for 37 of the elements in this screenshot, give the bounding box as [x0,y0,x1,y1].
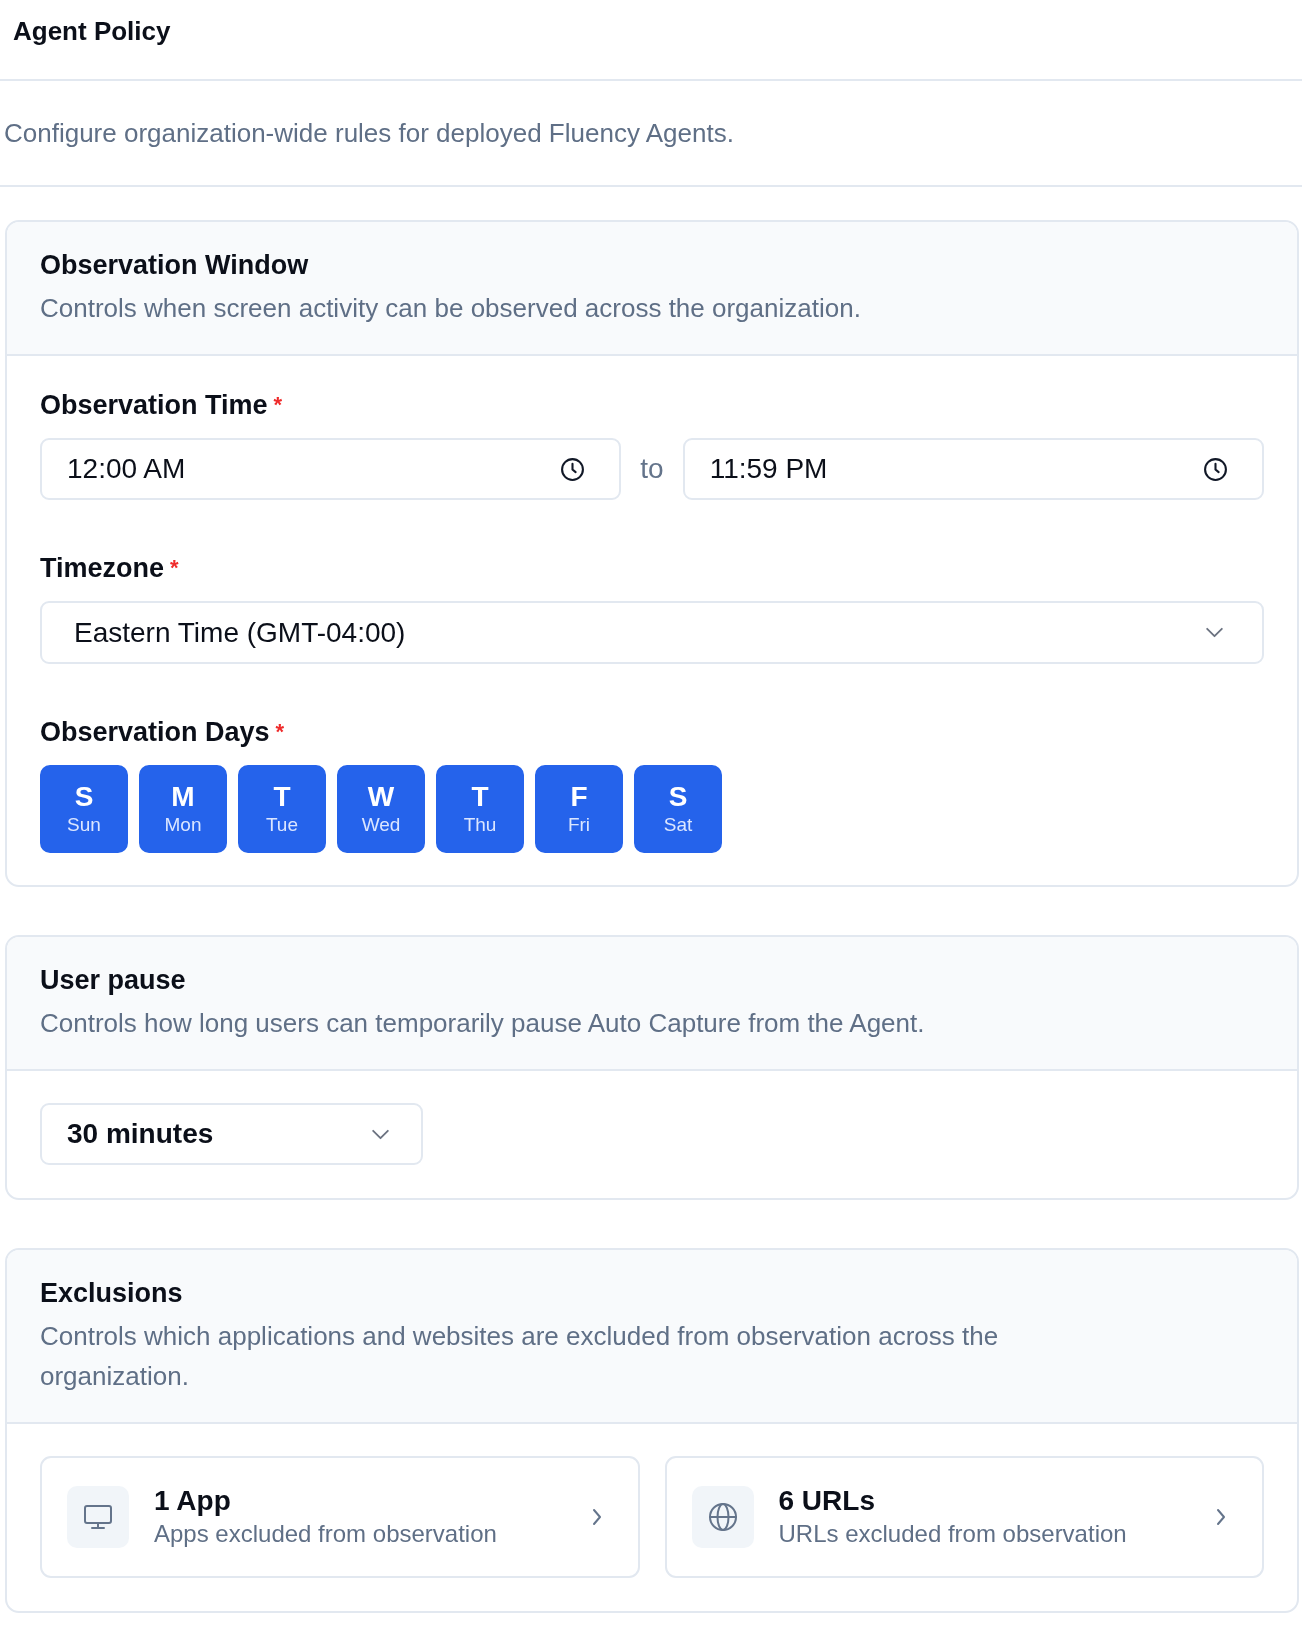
start-time-field[interactable]: 12:00 AM [40,438,622,500]
field-label: Timezone * [40,552,179,585]
globe-icon [691,1486,754,1548]
day-toggle[interactable]: S Sun [40,765,128,853]
day-toggle[interactable]: M Mon [139,765,227,853]
page-description: Configure organization-wide rules for deployed Fluency Agents. [4,117,734,150]
section-title: User pause [40,964,186,997]
chevron-down-icon [371,1128,390,1140]
exclusion-caption: Apps excluded from observation [154,1519,497,1549]
day-toggle[interactable]: W Wed [337,765,425,853]
section-title: Observation Window [40,249,309,282]
monitor-icon [67,1486,129,1548]
chevron-down-icon [1205,627,1224,638]
day-toggle[interactable]: T Tue [238,765,326,853]
page-title: Agent Policy [13,15,171,48]
section-description: Controls how long users can temporarily pause Auto Capture from the Agent. [40,1007,926,1040]
field-label: Observation Days * [40,716,285,749]
chevron-right-icon [591,1508,602,1526]
day-toggle[interactable]: F Fri [535,765,623,853]
timezone-select[interactable]: Eastern Time (GMT-04:00) [40,601,1264,664]
exclusion-card[interactable]: 6 URLs URLs excluded from observation [664,1456,1264,1578]
day-toggle[interactable]: T Thu [436,765,524,853]
range-separator: to [640,453,664,485]
clock-icon [560,456,586,482]
exclusion-count: 1 App [154,1484,231,1518]
day-toggle[interactable]: S Sat [634,765,722,853]
chevron-right-icon [1216,1508,1226,1526]
section-description: Controls which applications and websites are excluded from observation across the organization. [40,1320,1000,1393]
pause-duration-select[interactable]: 30 minutes [40,1103,423,1165]
section-title: Exclusions [40,1277,183,1310]
clock-icon [1203,456,1228,482]
section-description: Controls when screen activity can be observed across the organization. [40,292,862,325]
field-label: Observation Time * [40,389,283,422]
exclusion-card[interactable]: 1 App Apps excluded from observation [40,1456,640,1578]
exclusion-caption: URLs excluded from observation [778,1519,1127,1549]
exclusion-count: 6 URLs [778,1484,875,1518]
end-time-field[interactable]: 11:59 PM [682,438,1264,500]
